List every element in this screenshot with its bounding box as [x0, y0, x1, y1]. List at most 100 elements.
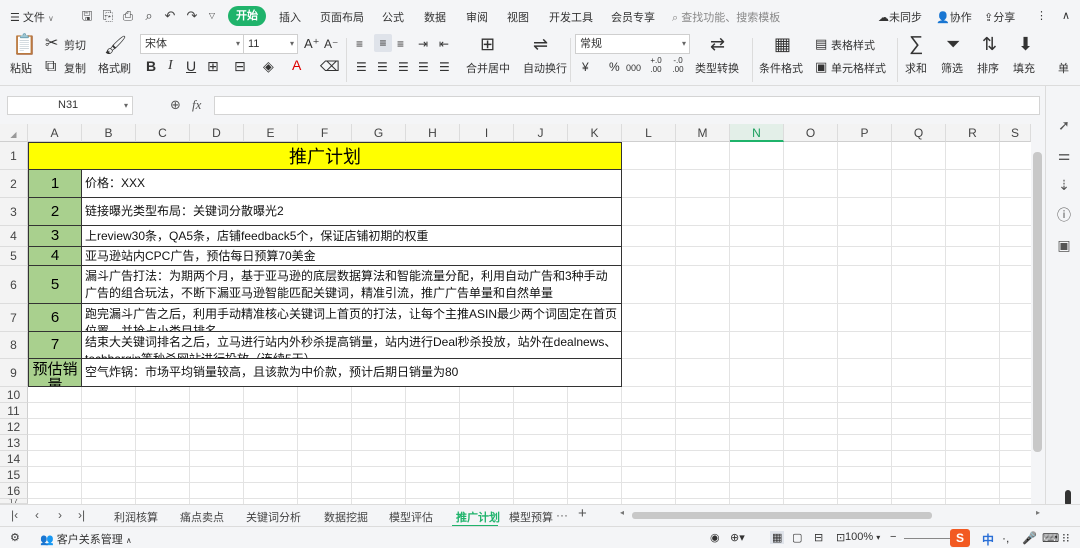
sync-status[interactable]: ☁未同步	[878, 9, 922, 25]
decrease-font-icon[interactable]: A⁻	[324, 35, 338, 53]
item-text-cell[interactable]: 上review30条，QA5条，店铺feedback5个，保证店铺初期的权重	[82, 226, 622, 247]
ime-language[interactable]: 中	[982, 531, 994, 548]
collaborate-button[interactable]: 👤协作	[936, 9, 972, 25]
conditional-format-button[interactable]: 条件格式	[759, 60, 803, 76]
last-sheet-icon[interactable]: ›|	[78, 508, 85, 522]
column-header-selected[interactable]: N	[730, 124, 784, 142]
tab-developer[interactable]: 开发工具	[549, 9, 593, 25]
eye-protection-icon[interactable]: ◉	[710, 531, 720, 544]
horizontal-scrollbar[interactable]: ◂ ▸	[620, 508, 1040, 521]
tab-insert[interactable]: 插入	[279, 9, 301, 25]
next-sheet-icon[interactable]: ›	[58, 508, 62, 522]
sheet-grid[interactable]: 推广计划 1 价格：XXX 2 链接曝光类型布局：关键词分散曝光2 3 上rev…	[28, 142, 1031, 504]
paste-button[interactable]: 粘贴	[10, 60, 32, 76]
reading-mode-icon[interactable]: ⊡	[836, 531, 845, 544]
microphone-icon[interactable]: 🎤	[1022, 531, 1037, 545]
bold-icon[interactable]: B	[146, 57, 156, 75]
search-box[interactable]: ⌕ 查找功能、搜索模板	[672, 9, 780, 25]
justify-icon[interactable]: ☰	[418, 58, 429, 76]
thousands-icon[interactable]: 000	[626, 59, 641, 77]
table-style-button[interactable]: 表格样式	[831, 37, 875, 53]
font-name-select[interactable]: 宋体 ▾	[140, 34, 244, 54]
sum-button[interactable]: 求和	[905, 60, 927, 76]
zoom-level[interactable]: 100% ▾	[845, 531, 880, 543]
item-text-cell[interactable]: 漏斗广告打法：为期两个月，基于亚马逊的底层数据算法和智能流量分配，利用自动广告和…	[82, 266, 622, 304]
undo-icon[interactable]: ↶	[162, 8, 178, 24]
border-icon[interactable]: ⊞	[207, 57, 219, 75]
item-number-cell[interactable]: 4	[28, 247, 82, 266]
tab-data[interactable]: 数据	[424, 9, 446, 25]
normal-view-icon[interactable]: ▦	[770, 531, 785, 544]
sheet-tab-active[interactable]: 推广计划	[456, 509, 500, 525]
item-text-cell[interactable]: 链接曝光类型布局：关键词分散曝光2	[82, 198, 622, 226]
table-icon[interactable]: ⊟	[234, 57, 246, 75]
underline-icon[interactable]: U	[186, 57, 196, 75]
fill-color-icon[interactable]: ◈	[263, 57, 274, 75]
single-cell-button[interactable]: 单	[1058, 60, 1069, 76]
indent-decrease-icon[interactable]: ⇤	[439, 35, 449, 53]
sheet-tab[interactable]: 模型评估	[389, 509, 433, 525]
eraser-icon[interactable]: ⌫	[320, 57, 340, 75]
increase-decimal-icon[interactable]: +.0 .00	[648, 56, 664, 74]
filter-button[interactable]: 筛选	[941, 60, 963, 76]
column-header[interactable]: R	[946, 124, 1000, 142]
align-center-icon[interactable]: ☰	[377, 58, 388, 76]
vertical-scroll-thumb[interactable]	[1033, 152, 1042, 452]
keyboard-icon[interactable]: ⌨	[1042, 531, 1059, 545]
page-layout-view-icon[interactable]: ▢	[792, 531, 802, 544]
row-header[interactable]: 8	[0, 332, 28, 359]
paste-icon[interactable]: 📋	[12, 35, 37, 55]
column-header[interactable]: H	[406, 124, 460, 142]
italic-icon[interactable]: I	[168, 57, 173, 75]
item-text-cell[interactable]: 价格：XXX	[82, 170, 622, 198]
sheet-tab[interactable]: 痛点卖点	[180, 509, 224, 525]
item-number-cell[interactable]: 2	[28, 198, 82, 226]
tab-start[interactable]: 开始	[228, 6, 266, 26]
align-top-icon[interactable]: ≡	[356, 35, 363, 53]
row-header[interactable]: 9	[0, 359, 28, 387]
column-header[interactable]: G	[352, 124, 406, 142]
row-header[interactable]: 7	[0, 304, 28, 332]
column-header[interactable]: B	[82, 124, 136, 142]
row-header[interactable]: 14	[0, 451, 28, 467]
item-number-cell[interactable]: 预估销量	[28, 359, 82, 387]
increase-font-icon[interactable]: A⁺	[304, 35, 320, 53]
tab-member[interactable]: 会员专享	[611, 9, 655, 25]
cut-button[interactable]: 剪切	[64, 37, 86, 53]
item-number-cell[interactable]: 5	[28, 266, 82, 304]
prev-sheet-icon[interactable]: ‹	[35, 508, 39, 522]
item-text-cell[interactable]: 亚马逊站内CPC广告，预估每日预算70美金	[82, 247, 622, 266]
row-header[interactable]: 4	[0, 226, 28, 247]
file-menu[interactable]: ☰ 文件 ∨	[10, 9, 54, 25]
item-number-cell[interactable]: 7	[28, 332, 82, 359]
collapse-ribbon-icon[interactable]: ∧	[1062, 9, 1070, 22]
decrease-decimal-icon[interactable]: -.0 .00	[670, 56, 686, 74]
column-header[interactable]: D	[190, 124, 244, 142]
sheet-title-cell[interactable]: 推广计划	[28, 142, 622, 170]
punctuation-icon[interactable]: ·,	[1002, 531, 1009, 545]
tab-page-layout[interactable]: 页面布局	[320, 9, 364, 25]
image-settings-icon[interactable]: ▣	[1055, 236, 1073, 254]
add-sheet-icon[interactable]: +	[578, 505, 587, 522]
row-header[interactable]: 16	[0, 483, 28, 499]
zoom-slider[interactable]	[904, 538, 950, 539]
font-size-select[interactable]: 11 ▾	[243, 34, 298, 54]
row-header[interactable]: 12	[0, 419, 28, 435]
scroll-right-icon[interactable]: ▸	[1036, 508, 1040, 517]
sheet-tab[interactable]: 模型预算	[509, 509, 553, 525]
save-icon[interactable]: 🖫	[79, 8, 95, 24]
first-sheet-icon[interactable]: |‹	[11, 508, 18, 522]
language-icon[interactable]: ⊕▾	[730, 531, 745, 544]
print-icon[interactable]: ⎙	[120, 8, 136, 24]
cell-style-button[interactable]: 单元格样式	[831, 60, 886, 76]
distributed-icon[interactable]: ☰	[439, 58, 450, 76]
column-header[interactable]: P	[838, 124, 892, 142]
scroll-left-icon[interactable]: ◂	[620, 508, 624, 517]
macro-icon[interactable]: ⚙	[10, 531, 20, 544]
tab-formulas[interactable]: 公式	[382, 9, 404, 25]
column-header[interactable]: Q	[892, 124, 946, 142]
column-header[interactable]: S	[1000, 124, 1031, 142]
crm-button[interactable]: 👥 客户关系管理 ∧	[40, 531, 132, 547]
select-all-corner[interactable]: ◢	[0, 124, 28, 142]
row-header[interactable]: 13	[0, 435, 28, 451]
